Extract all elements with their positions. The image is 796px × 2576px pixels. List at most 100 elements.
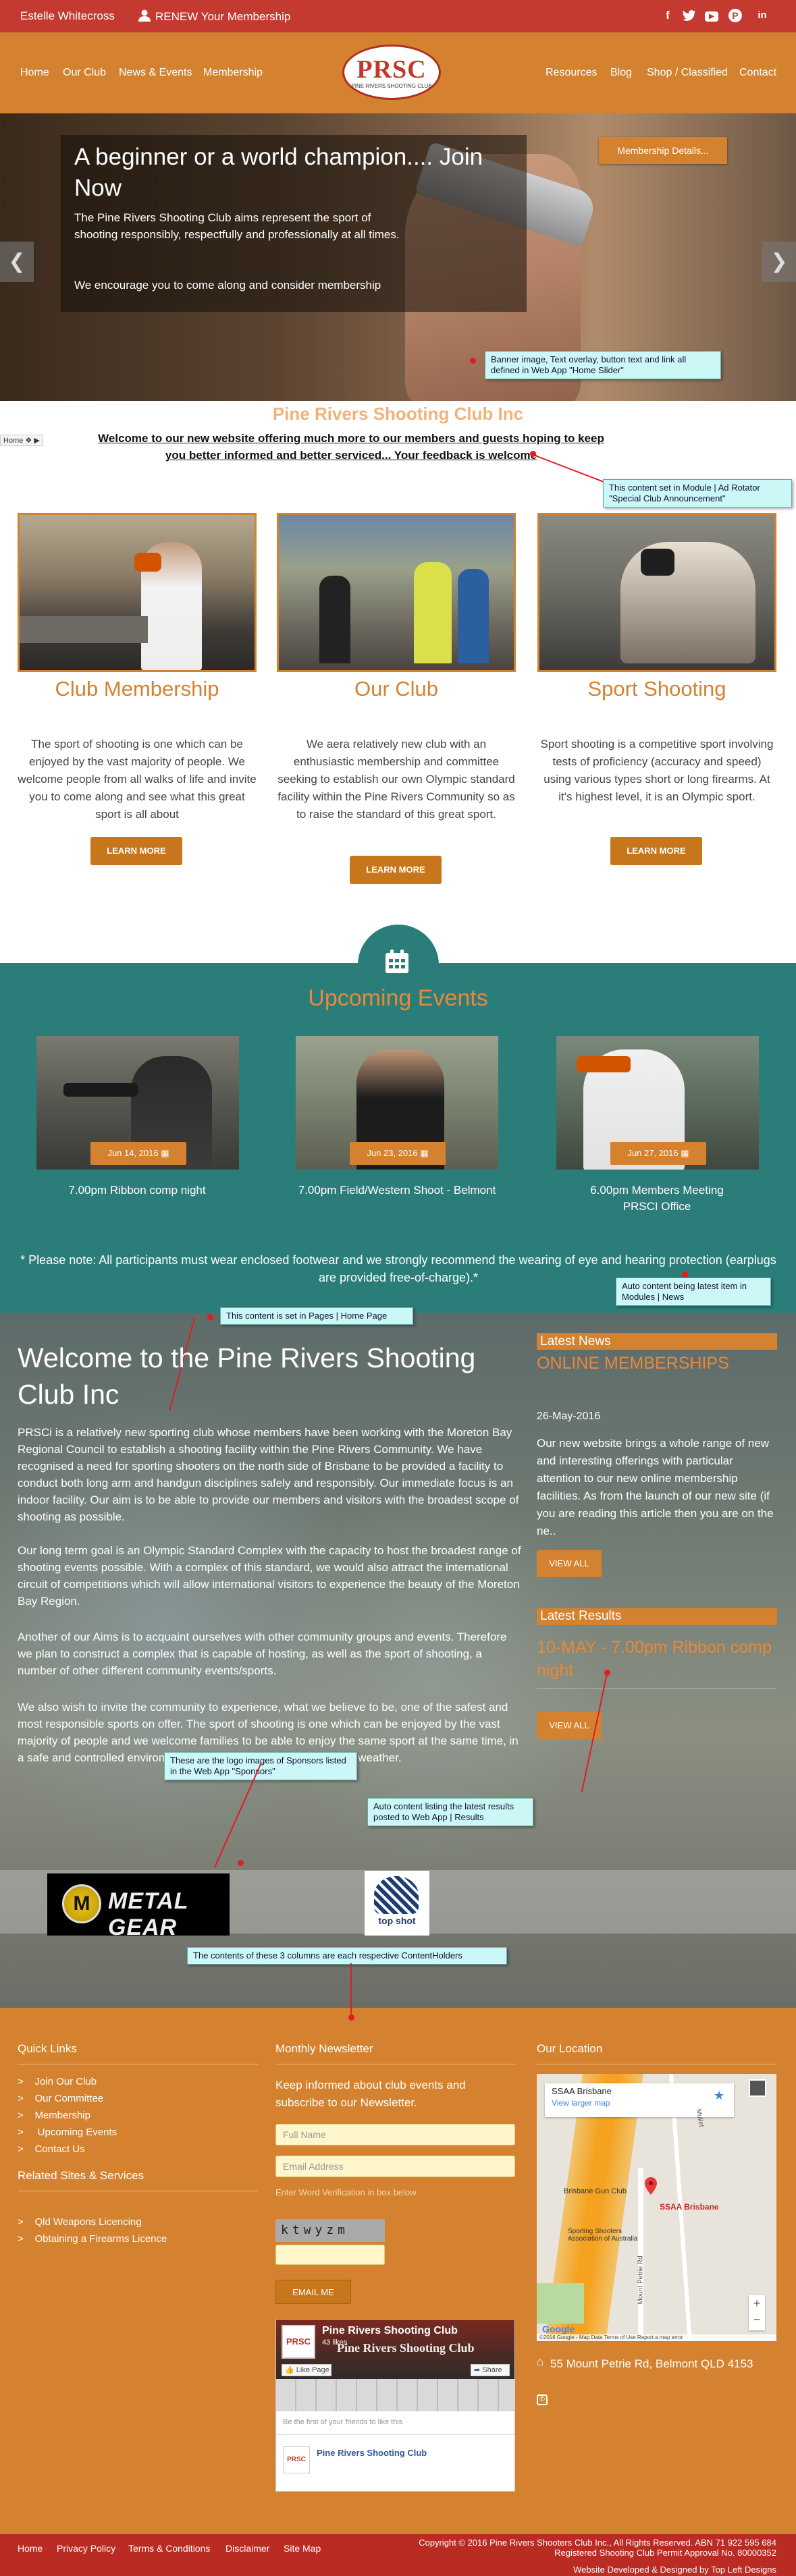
nav-resources[interactable]: Resources — [546, 67, 597, 79]
quick-link-events[interactable]: > Upcoming Events — [18, 2124, 247, 2141]
sponsor-logo-top-shot[interactable]: top shot — [365, 1871, 429, 1936]
event-name-2[interactable]: 7.00pm Field/Western Shoot - Belmont — [279, 1182, 515, 1199]
nav-blog[interactable]: Blog — [610, 67, 632, 79]
calendar-icon: ▦ — [420, 1148, 429, 1158]
youtube-icon[interactable]: ▶ — [704, 8, 719, 23]
bottom-link-privacy[interactable]: Privacy Policy — [57, 2543, 115, 2554]
membership-details-button[interactable]: Membership Details... — [599, 137, 727, 164]
hero-paragraph-2: We encourage you to come along and consi… — [74, 279, 381, 292]
captcha-input[interactable] — [275, 2245, 385, 2265]
map-park — [537, 2283, 584, 2324]
quick-link-contact[interactable]: > Contact Us — [18, 2141, 247, 2158]
view-all-results-button[interactable]: VIEW ALL — [537, 1712, 602, 1739]
result-title-link[interactable]: 10-MAY - 7.00pm Ribbon comp night — [537, 1636, 777, 1682]
feature-image-our-club[interactable] — [277, 513, 516, 672]
event-name-1[interactable]: 7.00pm Ribbon comp night — [19, 1182, 255, 1199]
map-larger-link[interactable]: View larger map — [552, 2098, 610, 2108]
nav-membership[interactable]: Membership — [203, 67, 263, 79]
note-content-holders: The contents of these 3 columns are each… — [187, 1947, 507, 1965]
captcha-image: ktwyzm — [275, 2219, 385, 2242]
feature-title-membership[interactable]: Club Membership — [18, 677, 257, 701]
facebook-like-page-button[interactable]: 👍 Like Page — [282, 2364, 331, 2376]
event-date-badge-2[interactable]: Jun 23, 2016 ▦ — [350, 1142, 446, 1165]
sponsor-name-top-shot: top shot — [378, 1915, 416, 1926]
facebook-icon[interactable]: f — [660, 8, 675, 23]
club-logo[interactable]: PRSC PINE RIVERS SHOOTING CLUB — [342, 45, 441, 100]
feature-title-our-club[interactable]: Our Club — [277, 677, 516, 701]
twitter-icon[interactable] — [682, 8, 697, 23]
map-pin-icon[interactable] — [645, 2177, 657, 2195]
event-date-badge-1[interactable]: Jun 14, 2016 ▦ — [90, 1142, 186, 1165]
quick-link-committee[interactable]: > Our Committee — [18, 2090, 247, 2107]
home-icon: ⌂ — [537, 2355, 544, 2368]
credit-text[interactable]: Website Developed & Designed by Top Left… — [378, 2565, 776, 2575]
facebook-post-author[interactable]: Pine Rivers Shooting Club — [317, 2448, 427, 2458]
news-date: 26-May-2016 — [537, 1410, 601, 1422]
pinterest-icon[interactable]: P — [728, 8, 743, 23]
nav-home[interactable]: Home — [20, 67, 49, 79]
feature-image-membership[interactable] — [18, 513, 257, 672]
learn-more-our-club-button[interactable]: LEARN MORE — [350, 856, 442, 884]
full-name-input[interactable]: Full Name — [275, 2124, 515, 2145]
google-map[interactable]: SSAA Brisbane View larger map ★ Brisbane… — [537, 2074, 776, 2341]
address-text: 55 Mount Petrie Rd, Belmont QLD 4153 — [550, 2357, 753, 2370]
location-heading: Our Location — [537, 2042, 603, 2055]
bottom-link-sitemap[interactable]: Site Map — [284, 2543, 321, 2554]
upcoming-events-title: Upcoming Events — [308, 985, 488, 1011]
news-excerpt: Our new website brings a whole range of … — [537, 1437, 774, 1537]
nav-news-events[interactable]: News & Events — [119, 67, 192, 79]
facebook-friends-strip — [276, 2379, 514, 2411]
feature-image-sport-shooting[interactable] — [537, 513, 776, 672]
map-zoom-controls[interactable]: + − — [749, 2295, 765, 2330]
email-input[interactable]: Email Address — [275, 2156, 515, 2177]
calendar-icon: ▦ — [161, 1148, 169, 1158]
user-name[interactable]: Estelle Whitecross — [20, 9, 115, 23]
facebook-widget[interactable]: PRSC Pine Rivers Shooting Club 43 likes … — [275, 2319, 515, 2492]
note-pages: This content is set in Pages | Home Page — [220, 1307, 413, 1325]
news-title-link[interactable]: ONLINE MEMBERSHIPS — [537, 1352, 729, 1375]
related-sites-heading: Related Sites & Services — [18, 2169, 144, 2182]
copyright-text: Copyright © 2016 Pine Rivers Shooters Cl… — [419, 2538, 776, 2548]
nav-our-club[interactable]: Our Club — [63, 67, 106, 79]
google-logo: Google — [542, 2324, 575, 2334]
event-date-badge-3[interactable]: Jun 27, 2016 ▦ — [610, 1142, 706, 1165]
calendar-icon — [386, 950, 408, 973]
facebook-page-name[interactable]: Pine Rivers Shooting Club — [322, 2325, 458, 2337]
nav-shop[interactable]: Shop / Classified — [647, 67, 728, 79]
email-me-button[interactable]: EMAIL ME — [275, 2280, 351, 2304]
event-name-3[interactable]: 6.00pm Members Meeting PRSCI Office — [539, 1182, 775, 1215]
learn-more-membership-button[interactable]: LEARN MORE — [90, 837, 182, 865]
newsletter-heading: Monthly Newsletter — [275, 2042, 373, 2055]
feature-title-sport-shooting[interactable]: Sport Shooting — [537, 677, 776, 701]
quick-link-membership[interactable]: > Membership — [18, 2107, 247, 2124]
view-all-news-button[interactable]: VIEW ALL — [537, 1550, 602, 1577]
welcome-paragraph-1: PRSCi is a relatively new sporting club … — [18, 1426, 519, 1523]
breadcrumb[interactable]: Home ❖ ▶ — [0, 435, 43, 446]
announcement-text[interactable]: Welcome to our new website offering much… — [88, 430, 614, 464]
bottom-link-disclaimer[interactable]: Disclaimer — [225, 2543, 269, 2554]
related-link-firearms-licence[interactable]: > Obtaining a Firearms Licence — [18, 2230, 247, 2247]
facebook-cover-title: Pine Rivers Shooting Club — [337, 2341, 475, 2355]
user-icon — [138, 9, 151, 22]
youtube-glyph: ▶ — [705, 11, 718, 22]
linkedin-icon[interactable]: in — [755, 8, 770, 23]
bottom-link-home[interactable]: Home — [18, 2543, 43, 2554]
renew-membership-link[interactable]: RENEW Your Membership — [138, 9, 290, 24]
permit-text: Registered Shooting Club Permit Approval… — [554, 2548, 776, 2558]
star-icon[interactable]: ★ — [714, 2089, 724, 2103]
slider-next-arrow[interactable]: ❯ — [762, 242, 796, 282]
sponsor-logo-metal-gear[interactable]: M METAL GEAR — [47, 1873, 230, 1940]
nav-contact[interactable]: Contact — [739, 67, 776, 79]
event-date-2: Jun 23, 2016 — [367, 1148, 418, 1158]
slider-prev-arrow[interactable]: ❮ — [0, 242, 34, 282]
quick-link-join[interactable]: > Join Our Club — [18, 2073, 247, 2090]
note-pin — [238, 1860, 244, 1866]
feature-text-membership: The sport of shooting is one which can b… — [18, 738, 257, 821]
latest-results-heading: Latest Results — [540, 1609, 622, 1623]
facebook-share-button[interactable]: ➦ Share — [471, 2364, 510, 2376]
verification-label: Enter Word Verification in box below — [275, 2187, 417, 2197]
calendar-icon: ▦ — [681, 1148, 689, 1158]
bottom-link-terms[interactable]: Terms & Conditions — [128, 2543, 210, 2554]
related-link-weapons-licencing[interactable]: > Qld Weapons Licencing — [18, 2214, 247, 2230]
learn-more-sport-shooting-button[interactable]: LEARN MORE — [610, 837, 702, 865]
